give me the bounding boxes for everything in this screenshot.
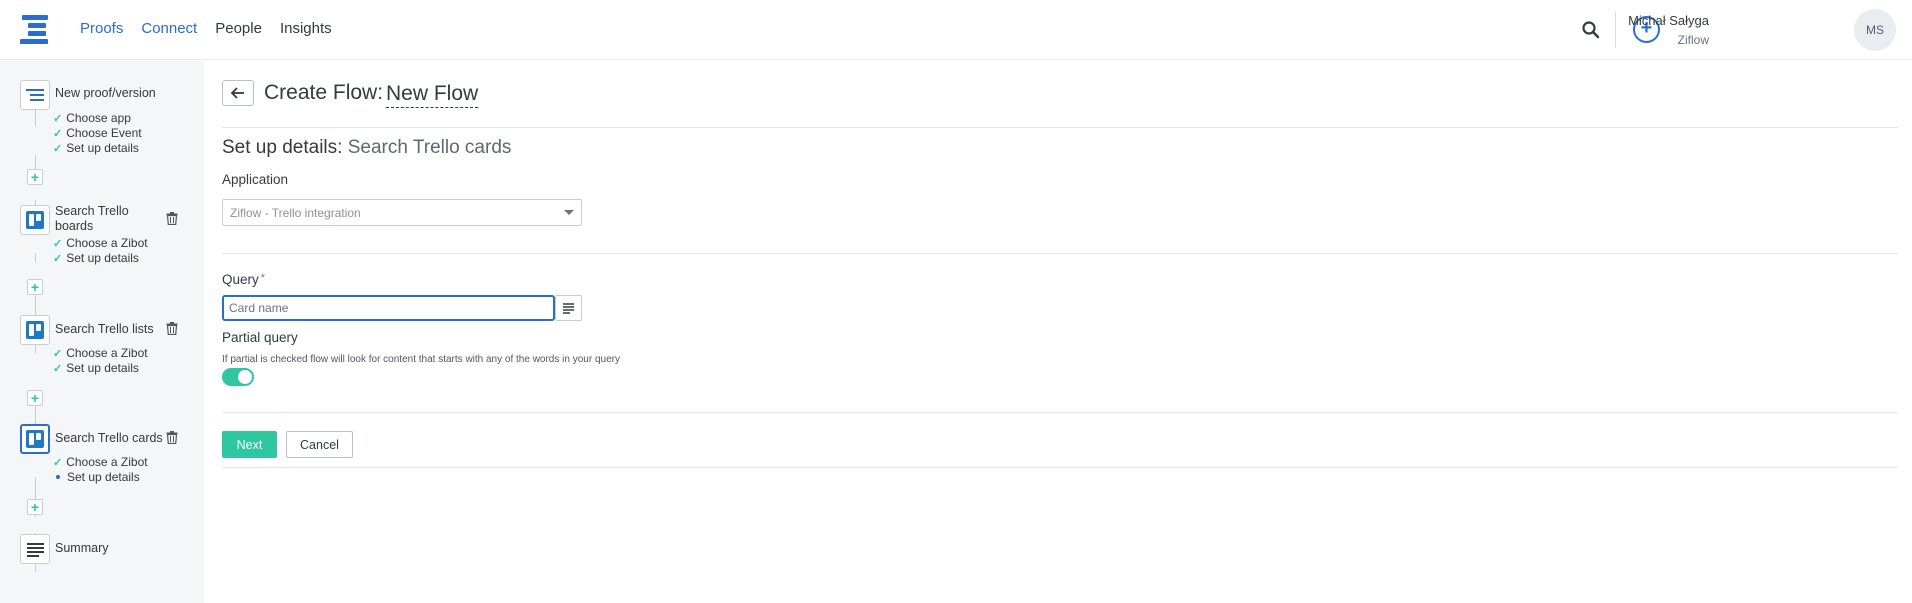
divider — [222, 127, 1898, 128]
step-summary[interactable] — [20, 534, 50, 564]
substep-label: Set up details — [66, 361, 139, 375]
nav-divider — [1615, 12, 1616, 48]
substep-label: Choose app — [66, 111, 131, 125]
substep-label: Set up details — [67, 470, 140, 484]
trello-icon — [26, 211, 44, 229]
add-step-button[interactable]: + — [27, 279, 43, 295]
step-search-boards[interactable] — [20, 205, 50, 235]
check-icon: ✓ — [53, 113, 63, 125]
connector-line — [35, 564, 36, 572]
check-icon: ✓ — [53, 457, 63, 469]
trash-icon[interactable] — [166, 431, 178, 444]
query-label-text: Query — [222, 272, 259, 287]
partial-query-label: Partial query — [222, 330, 298, 345]
top-navbar: Proofs Connect People Insights + Michał … — [0, 0, 1912, 60]
arrow-left-icon — [230, 87, 244, 99]
check-icon: ✓ — [53, 143, 63, 155]
step-title[interactable]: New proof/version — [55, 86, 156, 101]
step-search-lists[interactable] — [20, 315, 50, 345]
chevron-down-icon — [564, 210, 574, 215]
nav-proofs[interactable]: Proofs — [80, 20, 123, 37]
trello-icon — [26, 321, 44, 339]
partial-query-toggle[interactable] — [222, 368, 254, 386]
substep-item[interactable]: ✓ Set up details — [53, 361, 139, 375]
current-dot-icon — [56, 474, 60, 479]
check-icon: ✓ — [53, 363, 63, 375]
add-step-button[interactable]: + — [27, 169, 43, 185]
trello-icon — [26, 430, 44, 448]
substep-item[interactable]: ✓ Choose a Zibot — [53, 346, 148, 360]
connector-line — [35, 155, 36, 169]
application-select[interactable]: Ziflow - Trello integration — [222, 199, 582, 226]
main-nav: Proofs Connect People Insights — [80, 20, 350, 37]
substep-item[interactable]: ✓ Choose a Zibot — [53, 455, 148, 469]
query-input[interactable] — [222, 295, 555, 321]
substep-item[interactable]: ✓ Set up details — [53, 251, 139, 265]
divider — [222, 253, 1898, 254]
substep-label: Choose a Zibot — [66, 236, 148, 250]
substep-label: Choose a Zibot — [66, 455, 148, 469]
nav-connect[interactable]: Connect — [141, 20, 197, 37]
trash-icon[interactable] — [166, 212, 178, 225]
section-title: Set up details: Search Trello cards — [222, 137, 511, 159]
step-title[interactable]: Search Trello cards — [55, 431, 163, 446]
user-org: Ziflow — [1677, 33, 1709, 47]
step-title[interactable]: Search Trello boards — [55, 204, 135, 234]
next-button[interactable]: Next — [222, 431, 277, 458]
cancel-button[interactable]: Cancel — [286, 431, 353, 458]
substep-label: Choose a Zibot — [66, 346, 148, 360]
substep-label: Set up details — [66, 251, 139, 265]
query-label: Query * — [222, 272, 265, 287]
align-left-icon — [563, 303, 574, 314]
user-name: Michał Sałyga — [1628, 13, 1709, 28]
check-icon: ✓ — [53, 128, 63, 140]
application-select-value: Ziflow - Trello integration — [230, 206, 361, 220]
check-icon: ✓ — [53, 238, 63, 250]
divider — [222, 467, 1898, 468]
step-search-cards[interactable] — [20, 424, 50, 454]
substep-item[interactable]: ✓ Choose a Zibot — [53, 236, 148, 250]
add-step-button[interactable]: + — [27, 390, 43, 406]
nav-insights[interactable]: Insights — [280, 20, 332, 37]
summary-title[interactable]: Summary — [55, 541, 108, 556]
check-icon: ✓ — [53, 348, 63, 360]
section-title-step: Search Trello cards — [347, 137, 512, 158]
substep-label: Choose Event — [66, 126, 142, 140]
toggle-knob — [238, 370, 252, 384]
page-title: Create Flow: — [264, 81, 384, 104]
substep-item[interactable]: ✓ Set up details — [53, 141, 139, 155]
avatar[interactable]: MS — [1854, 9, 1896, 51]
add-step-button[interactable]: + — [27, 499, 43, 515]
ziflow-logo-icon[interactable] — [20, 15, 48, 45]
nav-people[interactable]: People — [215, 20, 262, 37]
substep-item[interactable]: ✓ Choose Event — [53, 126, 142, 140]
trash-icon[interactable] — [166, 322, 178, 335]
partial-query-hint: If partial is checked flow will look for… — [222, 354, 620, 365]
application-label: Application — [222, 172, 289, 187]
substep-label: Set up details — [66, 141, 139, 155]
step-new-proof[interactable] — [20, 80, 50, 110]
insert-field-button[interactable] — [555, 295, 582, 321]
step-title[interactable]: Search Trello lists — [55, 322, 154, 337]
flow-steps-sidebar: New proof/version ✓ Choose app ✓ Choose Ev… — [0, 61, 204, 603]
connector-line — [35, 253, 36, 263]
check-icon: ✓ — [53, 253, 63, 265]
divider — [222, 412, 1898, 413]
back-button[interactable] — [222, 80, 254, 106]
required-mark: * — [260, 272, 266, 284]
search-icon[interactable] — [1581, 20, 1601, 40]
flow-name-editable[interactable]: New Flow — [386, 81, 479, 108]
section-title-prefix: Set up details: — [222, 137, 343, 158]
substep-item-current[interactable]: Set up details — [53, 470, 140, 484]
substep-item[interactable]: ✓ Choose app — [53, 111, 131, 125]
